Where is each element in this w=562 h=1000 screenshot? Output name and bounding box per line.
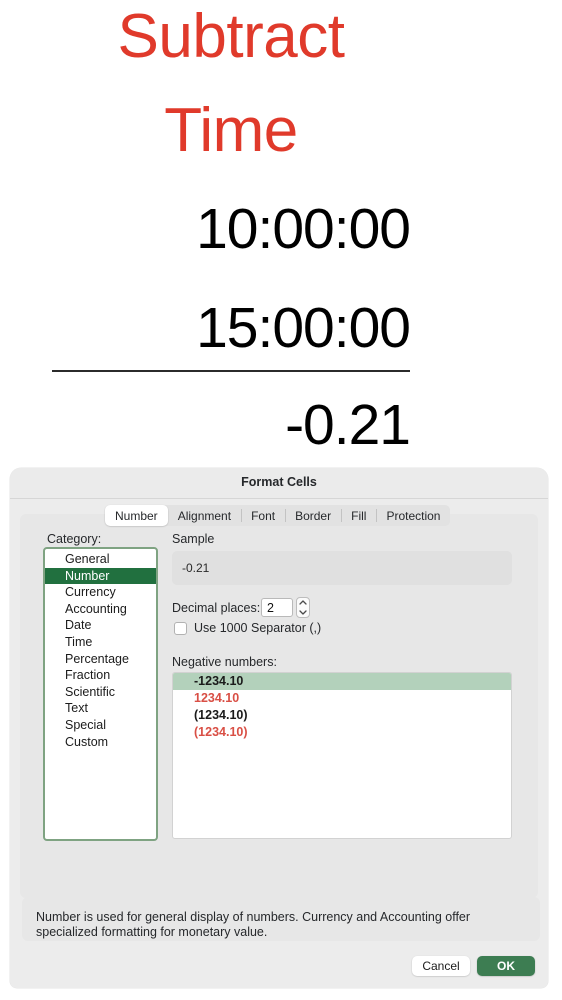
category-item-accounting[interactable]: Accounting: [45, 601, 156, 618]
category-item-time[interactable]: Time: [45, 634, 156, 651]
description-text: Number is used for general display of nu…: [36, 910, 471, 939]
category-item-general[interactable]: General: [45, 551, 156, 568]
cell-result[interactable]: -0.21: [52, 397, 411, 454]
category-item-special[interactable]: Special: [45, 717, 156, 734]
negative-numbers-label: Negative numbers:: [172, 655, 277, 669]
cancel-button[interactable]: Cancel: [412, 956, 470, 976]
category-item-scientific[interactable]: Scientific: [45, 684, 156, 701]
ok-button[interactable]: OK: [477, 956, 535, 976]
tab-border[interactable]: Border: [285, 505, 341, 526]
thousand-separator-row[interactable]: Use 1000 Separator (,): [174, 621, 321, 635]
worksheet-title-line-1: Subtract: [117, 2, 345, 71]
subtraction-rule-line: [52, 370, 410, 372]
cell-operand-1[interactable]: 10:00:00: [52, 201, 411, 258]
negative-numbers-listbox[interactable]: -1234.10 1234.10 (1234.10) (1234.10): [172, 672, 512, 839]
negative-format-option-1[interactable]: -1234.10: [173, 673, 511, 690]
category-item-custom[interactable]: Custom: [45, 734, 156, 751]
category-label: Category:: [47, 532, 102, 546]
category-listbox[interactable]: General Number Currency Accounting Date …: [43, 547, 158, 841]
dialog-tabbar: Number Alignment Font Border Fill Protec…: [105, 505, 451, 526]
negative-format-option-3[interactable]: (1234.10): [173, 707, 511, 724]
decimal-places-label: Decimal places:: [172, 601, 261, 615]
tab-font[interactable]: Font: [241, 505, 285, 526]
worksheet-area: Subtract Time 10:00:00 15:00:00 -0.21: [0, 0, 562, 470]
chevron-down-icon[interactable]: [299, 610, 307, 615]
category-item-number[interactable]: Number: [45, 567, 156, 585]
category-item-percentage[interactable]: Percentage: [45, 651, 156, 668]
category-item-currency[interactable]: Currency: [45, 584, 156, 601]
negative-format-option-4[interactable]: (1234.10): [173, 724, 511, 741]
cell-operand-2[interactable]: 15:00:00: [52, 300, 411, 357]
tab-fill[interactable]: Fill: [341, 505, 376, 526]
negative-format-option-2[interactable]: 1234.10: [173, 690, 511, 707]
category-item-text[interactable]: Text: [45, 700, 156, 717]
chevron-up-icon[interactable]: [299, 600, 307, 605]
worksheet-title-line-2: Time: [164, 96, 298, 165]
dialog-title: Format Cells: [241, 475, 317, 489]
decimal-places-input[interactable]: [261, 598, 293, 617]
decimal-places-stepper[interactable]: [296, 597, 310, 618]
tab-protection[interactable]: Protection: [376, 505, 450, 526]
sample-label: Sample: [172, 532, 215, 546]
thousand-separator-checkbox[interactable]: [174, 621, 187, 635]
tab-number[interactable]: Number: [105, 505, 168, 526]
sample-value: -0.21: [182, 561, 210, 575]
category-item-fraction[interactable]: Fraction: [45, 667, 156, 684]
thousand-separator-label: Use 1000 Separator (,): [194, 621, 322, 635]
sample-preview-box: -0.21: [172, 551, 512, 585]
tab-alignment[interactable]: Alignment: [168, 505, 241, 526]
category-item-date[interactable]: Date: [45, 617, 156, 634]
